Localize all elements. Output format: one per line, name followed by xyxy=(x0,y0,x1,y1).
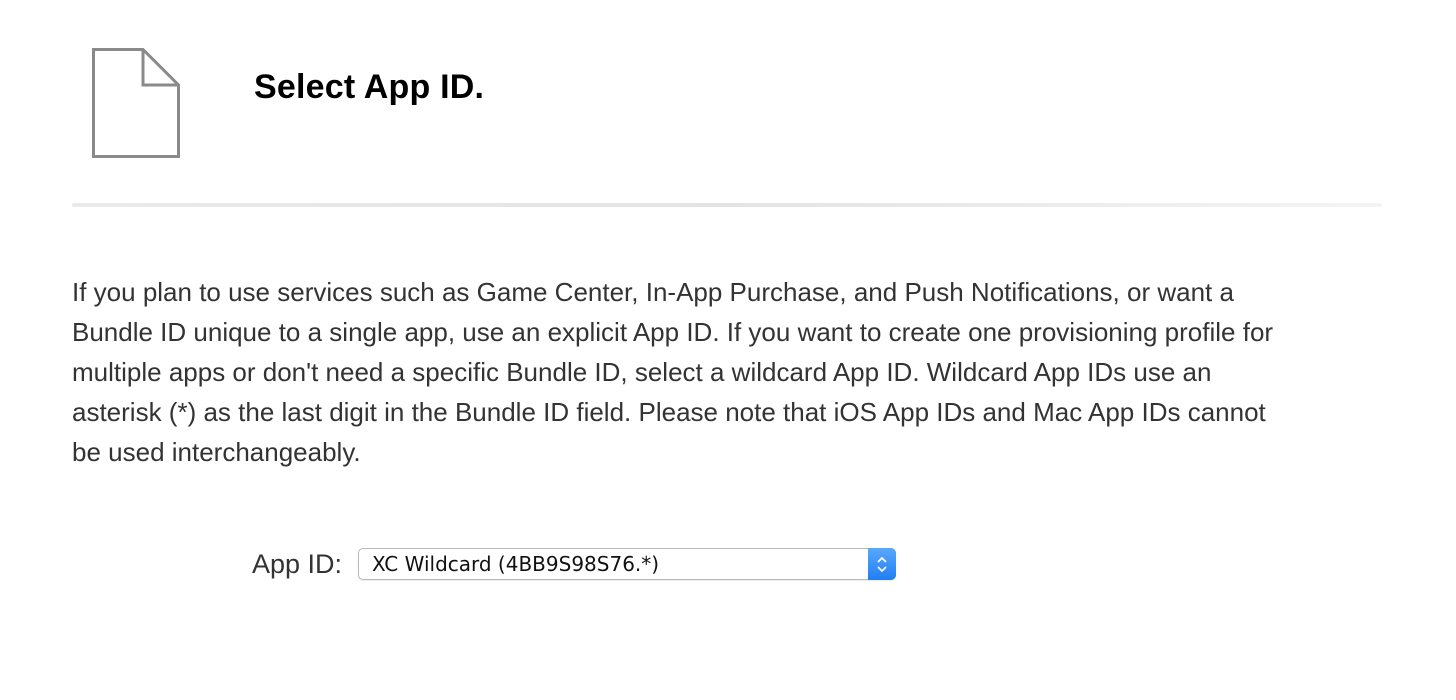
app-id-select[interactable]: XC Wildcard (4BB9S98S76.*) xyxy=(358,548,897,580)
app-id-label: App ID: xyxy=(252,548,343,579)
description-text: If you plan to use services such as Game… xyxy=(72,277,1274,467)
app-id-field-row: App ID: XC Wildcard (4BB9S98S76.*) xyxy=(252,544,897,584)
header: Select App ID. xyxy=(0,0,1456,206)
document-icon xyxy=(90,46,182,160)
up-down-chevron-icon xyxy=(868,548,897,580)
app-id-selected-value: XC Wildcard (4BB9S98S76.*) xyxy=(372,552,660,576)
page: Select App ID. If you plan to use servic… xyxy=(0,0,1456,700)
page-title: Select App ID. xyxy=(254,68,485,106)
divider xyxy=(72,203,1382,207)
